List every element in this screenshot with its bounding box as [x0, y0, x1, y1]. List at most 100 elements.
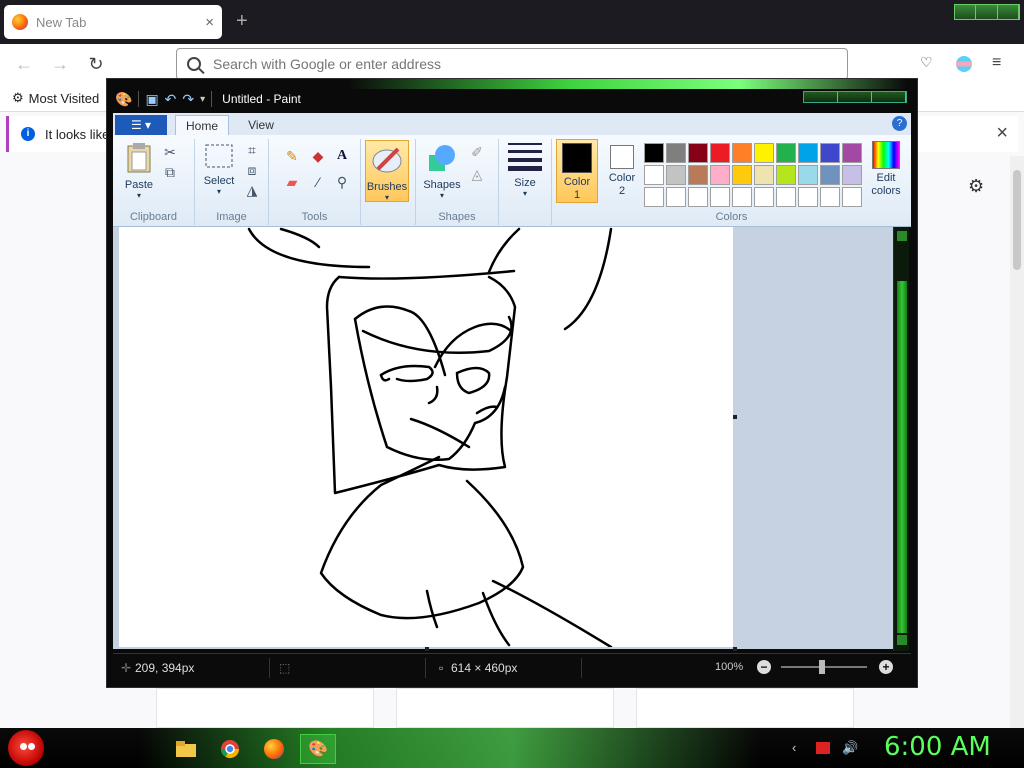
size-button[interactable]: Size ▾ — [505, 141, 545, 198]
shortcut-tile[interactable] — [396, 688, 614, 728]
palette-swatch[interactable] — [688, 165, 708, 185]
palette-swatch[interactable] — [754, 165, 774, 185]
save-icon[interactable]: ▣ — [145, 91, 158, 108]
chrome-icon[interactable] — [212, 734, 248, 764]
hamburger-menu-icon[interactable]: ≡ — [992, 54, 1001, 72]
paint-app-icon[interactable]: 🎨 — [115, 91, 132, 108]
shapes-button[interactable]: Shapes ▾ — [422, 143, 462, 200]
pocket-icon[interactable]: ♡ — [920, 54, 933, 71]
eraser-icon[interactable]: ▰ — [283, 173, 301, 191]
paint-taskbar-icon[interactable]: 🎨 — [300, 734, 336, 764]
address-input[interactable] — [213, 56, 793, 72]
palette-swatch[interactable] — [842, 187, 862, 207]
newtab-settings-gear-icon[interactable]: ⚙ — [968, 176, 984, 197]
text-icon[interactable]: A — [333, 147, 351, 165]
resize-handle-corner[interactable] — [733, 647, 737, 651]
magnifier-icon[interactable]: ⚲ — [333, 173, 351, 191]
color-picker-icon[interactable]: ⁄ — [309, 173, 327, 191]
tab-new-tab[interactable]: New Tab × — [4, 5, 222, 39]
palette-swatch[interactable] — [820, 143, 840, 163]
palette-swatch[interactable] — [688, 187, 708, 207]
window-controls[interactable] — [954, 4, 1020, 20]
most-visited-bookmark[interactable]: ⚙ Most Visited — [12, 90, 99, 106]
file-menu-button[interactable]: ☰ ▾ — [115, 115, 167, 135]
palette-swatch[interactable] — [798, 165, 818, 185]
paint-window-controls[interactable] — [803, 91, 907, 103]
resize-icon[interactable]: ⧈ — [243, 161, 261, 179]
scroll-down-icon[interactable] — [897, 635, 907, 645]
resize-handle-bottom[interactable] — [425, 647, 429, 651]
palette-swatch[interactable] — [820, 187, 840, 207]
palette-swatch[interactable] — [710, 143, 730, 163]
pencil-icon[interactable]: ✎ — [283, 147, 301, 165]
palette-swatch[interactable] — [842, 165, 862, 185]
palette-swatch[interactable] — [776, 187, 796, 207]
tab-view[interactable]: View — [233, 115, 289, 135]
fill-icon[interactable]: ◆ — [309, 147, 327, 165]
palette-swatch[interactable] — [754, 143, 774, 163]
back-arrow-icon[interactable]: ← — [12, 52, 36, 76]
scroll-up-icon[interactable] — [897, 231, 907, 241]
rotate-icon[interactable]: ◮ — [243, 181, 261, 199]
help-icon[interactable]: ? — [892, 116, 907, 131]
palette-swatch[interactable] — [820, 165, 840, 185]
undo-icon[interactable]: ↶ — [165, 91, 177, 108]
outline-icon[interactable]: ✐ — [468, 143, 486, 161]
palette-swatch[interactable] — [842, 143, 862, 163]
palette-swatch[interactable] — [776, 165, 796, 185]
palette-swatch[interactable] — [710, 187, 730, 207]
canvas-vertical-scrollbar[interactable] — [893, 227, 909, 651]
brushes-button[interactable]: Brushes ▾ — [365, 140, 409, 202]
palette-swatch[interactable] — [666, 143, 686, 163]
palette-swatch[interactable] — [644, 165, 664, 185]
reload-icon[interactable]: ↻ — [84, 52, 108, 76]
shortcut-tile[interactable] — [156, 688, 374, 728]
paste-button[interactable]: Paste ▾ — [121, 143, 157, 200]
drawing-canvas[interactable] — [119, 227, 737, 651]
file-explorer-icon[interactable] — [168, 734, 204, 764]
palette-swatch[interactable] — [644, 143, 664, 163]
taskbar-clock[interactable]: 6:00 AM — [884, 732, 991, 762]
zoom-slider-thumb[interactable] — [819, 660, 825, 674]
account-avatar-icon[interactable] — [956, 56, 972, 72]
palette-swatch[interactable] — [688, 143, 708, 163]
new-tab-button[interactable]: + — [236, 10, 248, 33]
color1-button[interactable]: Color 1 — [556, 139, 598, 203]
edit-colors-button[interactable]: Edit colors — [864, 139, 908, 198]
resize-handle-right[interactable] — [733, 415, 737, 419]
start-button-angry-bird-icon[interactable] — [8, 730, 44, 766]
shape-fill-icon[interactable]: ◬ — [468, 165, 486, 183]
scroll-thumb[interactable] — [897, 281, 907, 633]
palette-swatch[interactable] — [732, 187, 752, 207]
palette-swatch[interactable] — [798, 187, 818, 207]
tab-close-icon[interactable]: × — [205, 14, 214, 31]
palette-swatch[interactable] — [754, 187, 774, 207]
palette-swatch[interactable] — [666, 165, 686, 185]
address-bar[interactable] — [176, 48, 848, 80]
palette-swatch[interactable] — [798, 143, 818, 163]
crop-icon[interactable]: ⌗ — [243, 141, 261, 159]
copy-icon[interactable]: ⧉ — [161, 163, 179, 181]
palette-swatch[interactable] — [710, 165, 730, 185]
palette-swatch[interactable] — [732, 165, 752, 185]
page-scrollbar[interactable] — [1010, 156, 1024, 728]
tray-chevron-icon[interactable]: ‹ — [792, 740, 796, 755]
forward-arrow-icon[interactable]: → — [48, 52, 72, 76]
palette-swatch[interactable] — [644, 187, 664, 207]
palette-swatch[interactable] — [732, 143, 752, 163]
notification-close-icon[interactable]: × — [996, 122, 1008, 145]
customize-qat-icon[interactable]: ▾ — [200, 94, 205, 105]
palette-swatch[interactable] — [776, 143, 796, 163]
tab-home[interactable]: Home — [175, 115, 229, 135]
volume-icon[interactable]: 🔊 — [842, 740, 858, 756]
firefox-taskbar-icon[interactable] — [256, 734, 292, 764]
redo-icon[interactable]: ↷ — [182, 91, 194, 108]
select-button[interactable]: Select ▾ — [201, 143, 237, 196]
color2-button[interactable]: Color 2 — [602, 139, 642, 203]
zoom-out-button[interactable]: − — [757, 660, 771, 674]
zoom-in-button[interactable]: + — [879, 660, 893, 674]
network-icon[interactable] — [816, 742, 830, 754]
palette-swatch[interactable] — [666, 187, 686, 207]
shortcut-tile[interactable] — [636, 688, 854, 728]
cut-icon[interactable]: ✂ — [161, 143, 179, 161]
